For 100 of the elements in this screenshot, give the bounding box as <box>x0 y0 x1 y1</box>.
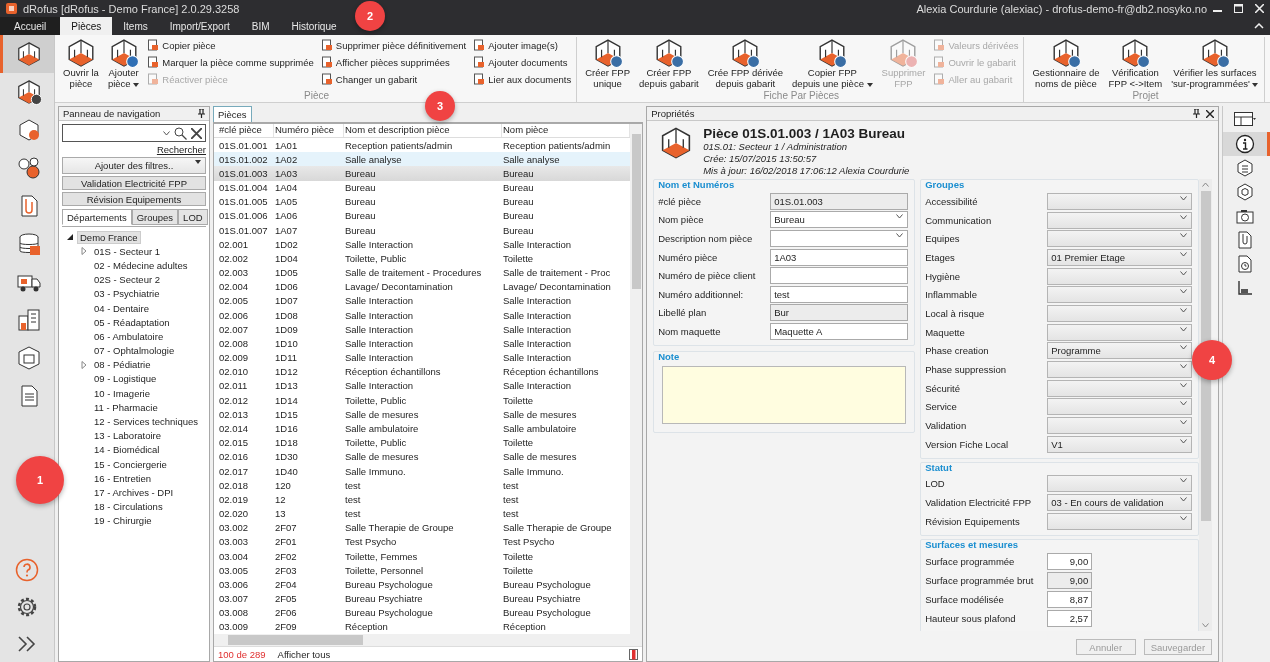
tree-item[interactable]: 06 - Ambulatoire <box>91 329 167 343</box>
tree-item[interactable]: 10 - Imagerie <box>91 386 153 400</box>
column-header[interactable]: Nom et description pièce <box>344 124 502 137</box>
input-field[interactable]: Bur <box>770 304 909 322</box>
tree-item[interactable]: 11 - Pharmacie <box>91 400 161 414</box>
dropdown-field[interactable]: 03 - En cours de validation <box>1047 494 1193 512</box>
table-cell-text: 1D08 <box>274 309 299 321</box>
tree-item[interactable]: 02 - Médecine adultes <box>91 258 191 272</box>
ribbon-button[interactable]: Marquer la pièce comme supprimée <box>147 54 314 70</box>
menu-tab[interactable]: Historique <box>280 17 348 35</box>
tree-item[interactable]: 09 - Logistique <box>91 372 160 386</box>
ribbon-button[interactable]: Vérifier les surfaces 'sur-programmées' <box>1167 37 1263 90</box>
table-cell-text: 01S.01.002 <box>218 153 269 165</box>
table-cell-text: Salle ambulatoire <box>502 423 578 434</box>
table-cell-text: 1A06 <box>274 210 299 222</box>
tree-item[interactable]: 16 - Entretien <box>91 471 155 485</box>
table-cell-text: 02.004 <box>218 281 250 293</box>
tree-item[interactable]: 03 - Psychiatrie <box>91 287 163 301</box>
ribbon-button[interactable]: Ajouter image(s) <box>473 37 572 53</box>
input-field[interactable]: 1A03 <box>770 248 909 266</box>
tree-item[interactable]: 14 - Biomédical <box>91 443 163 457</box>
ribbon-button[interactable]: Changer un gabarit <box>320 71 467 87</box>
ribbon-button[interactable]: Ajouter documents <box>473 54 572 70</box>
field-label: Nom pièce <box>658 214 705 226</box>
tree-item[interactable]: 01S - Secteur 1 <box>91 244 163 258</box>
column-header[interactable]: #clé pièce <box>218 124 274 137</box>
ribbon-button[interactable]: Supprimer pièce définitivement <box>320 37 467 53</box>
input-field[interactable]: Maquette A <box>770 322 909 340</box>
dropdown-field[interactable]: Bureau <box>770 211 909 229</box>
input-field[interactable]: 8,87 <box>1047 590 1093 608</box>
table-cell-text: Bureau Psychiatre <box>344 593 424 605</box>
dropdown-field[interactable]: Programme <box>1047 342 1193 360</box>
table-cell-text: 2F06 <box>274 607 298 619</box>
tab[interactable]: Pièces <box>213 106 252 122</box>
tree-item[interactable]: 15 - Conciergerie <box>91 457 170 471</box>
ribbon-button[interactable]: Ouvrir la pièce <box>59 37 103 90</box>
tree-item[interactable]: 08 - Pédiatrie <box>91 358 154 372</box>
field-label: Phase creation <box>925 345 990 357</box>
ribbon-button[interactable]: Gestionnaire de noms de pièce <box>1028 37 1104 90</box>
table-cell-text: 02.006 <box>218 309 250 321</box>
search-link[interactable]: Rechercher <box>156 144 206 155</box>
input-field[interactable]: 01S.01.003 <box>770 192 909 210</box>
table-cell-text: 02.011 <box>218 380 249 392</box>
menu-tab[interactable]: Accueil <box>0 17 61 35</box>
tree-item[interactable]: Demo France <box>77 230 141 244</box>
menu-tab[interactable]: Import/Export <box>158 17 241 35</box>
field-label: Révision Equipements <box>925 515 1021 527</box>
tree-item[interactable]: 05 - Réadaptation <box>91 315 173 329</box>
table-cell-text: 03.009 <box>218 621 250 633</box>
ribbon-button[interactable]: Créer FPP depuis gabarit <box>635 37 703 90</box>
table-cell-text: Reception patients/admin <box>502 139 612 151</box>
tree-item[interactable]: 19 - Chirurgie <box>91 514 155 528</box>
field-label: Inflammable <box>925 289 978 301</box>
menu-tab[interactable]: BIM <box>240 17 281 35</box>
ribbon-button[interactable]: Copier FPP depuis une pièce <box>788 37 877 90</box>
table-cell-text: 1D14 <box>274 394 299 406</box>
ribbon-button[interactable]: Vérification FPP <->Item <box>1104 37 1167 90</box>
ribbon-button[interactable]: Copier pièce <box>147 37 314 53</box>
filter-dropdown[interactable]: Ajouter des filtres.. <box>62 157 206 174</box>
ribbon-button[interactable]: Crée FPP dérivée depuis gabarit <box>703 37 788 90</box>
input-field[interactable]: 9,00 <box>1047 552 1093 570</box>
tree-item[interactable]: 07 - Ophtalmologie <box>91 344 178 358</box>
menu-tab[interactable]: Items <box>112 17 159 35</box>
table-cell-text: 2F02 <box>274 550 298 562</box>
table-cell-text: Salle Therapie de Groupe <box>502 522 613 534</box>
tree-item[interactable]: 13 - Laboratoire <box>91 429 165 443</box>
dropdown-field[interactable]: 01 Premier Etage <box>1047 248 1193 266</box>
dropdown-field[interactable]: V1 <box>1047 435 1193 453</box>
tab[interactable]: Groupes <box>131 209 179 225</box>
table-cell-text: Bureau Psychologue <box>344 607 434 619</box>
column-header[interactable]: Numéro pièce <box>274 124 344 137</box>
menu-tab[interactable]: Pièces <box>60 17 113 35</box>
table-cell-text: 1D07 <box>274 295 299 307</box>
show-all-link[interactable]: Afficher tous <box>277 648 331 660</box>
table-cell-text: 2F04 <box>274 578 298 590</box>
input-field[interactable]: 9,00 <box>1047 571 1093 589</box>
window-title: dRofus [dRofus - Demo France] 2.0.29.3258 <box>23 2 241 15</box>
tab[interactable]: LOD <box>178 209 208 225</box>
tab[interactable]: Départements <box>62 209 132 225</box>
input-field[interactable]: test <box>770 285 909 303</box>
panel-title: Panneau de navigation <box>63 108 161 119</box>
ribbon-button[interactable]: Afficher pièces supprimées <box>320 54 467 70</box>
table-cell-text: Salle de traitement - Procedures <box>344 267 483 279</box>
tree-item[interactable]: 12 - Services techniques <box>91 415 202 429</box>
filter-button[interactable]: Révision Equipements <box>62 192 206 206</box>
filter-button[interactable]: Validation Electricité FPP <box>62 176 206 190</box>
table-cell-text: 02.019 <box>218 493 250 505</box>
field-label: Hauteur sous plafond <box>925 612 1017 624</box>
ribbon-button[interactable]: Lier aux documents <box>473 71 572 87</box>
input-field[interactable]: 2,57 <box>1047 609 1093 627</box>
tree-item[interactable]: 18 - Circulations <box>91 500 166 514</box>
table-cell-text: test <box>344 508 362 520</box>
ribbon-button[interactable]: Créer FPP unique <box>581 37 635 90</box>
table-cell-text: 2F07 <box>274 522 298 534</box>
table-cell-text: 02.018 <box>218 479 250 491</box>
tree-item[interactable]: 17 - Archives - DPI <box>91 485 177 499</box>
tree-item[interactable]: 04 - Dentaire <box>91 301 152 315</box>
table-cell-text: Salle Immuno. <box>502 465 565 477</box>
ribbon-button[interactable]: Ajouter pièce <box>103 37 144 90</box>
tree-item[interactable]: 02S - Secteur 2 <box>91 273 163 287</box>
